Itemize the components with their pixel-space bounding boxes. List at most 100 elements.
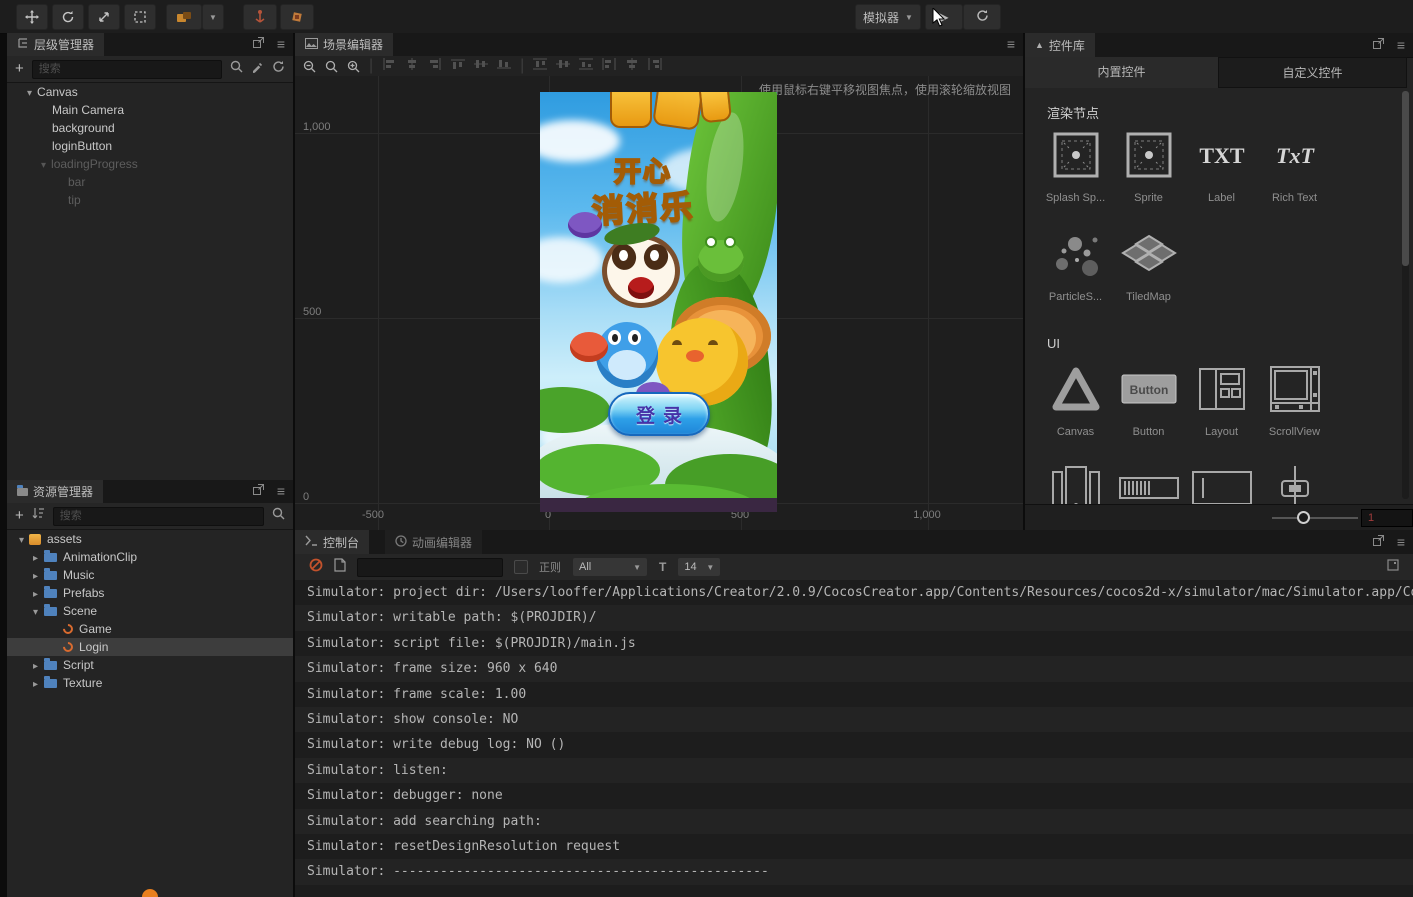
caret-down-icon[interactable] — [19, 532, 24, 546]
clear-console-icon[interactable] — [309, 558, 323, 577]
align-top-icon[interactable] — [451, 57, 466, 75]
library-scrollbar[interactable] — [1402, 91, 1409, 499]
open-log-file-icon[interactable] — [334, 557, 346, 577]
regex-checkbox[interactable] — [514, 560, 528, 574]
distribute-left-icon[interactable] — [602, 57, 616, 75]
library-item-tiledmap[interactable]: TiledMap — [1112, 228, 1185, 303]
library-item-layout[interactable]: Layout — [1185, 363, 1258, 438]
console-detach-icon[interactable] — [1387, 558, 1399, 576]
tree-node-bar[interactable]: bar — [7, 173, 293, 191]
console-filter-input[interactable] — [357, 557, 503, 577]
popup-panel-icon[interactable] — [1372, 37, 1385, 55]
sort-icon[interactable] — [32, 507, 45, 525]
library-item-scrollview[interactable]: ScrollView — [1258, 363, 1331, 438]
tree-node-prefabs[interactable]: Prefabs — [7, 584, 293, 602]
zoom-slider-track[interactable] — [1272, 517, 1358, 519]
library-item-splash-sprite[interactable]: Splash Sp... — [1039, 129, 1112, 204]
simulator-dropdown[interactable]: 模拟器 ▼ — [855, 4, 921, 30]
panel-menu-icon[interactable] — [1397, 37, 1405, 55]
distribute-top-icon[interactable] — [533, 57, 548, 75]
zoom-reset-icon[interactable] — [325, 60, 338, 73]
refresh-icon[interactable] — [272, 60, 285, 78]
tab-console[interactable]: 控制台 — [295, 530, 370, 554]
align-right-icon[interactable] — [428, 57, 442, 75]
distribute-center-icon[interactable] — [625, 57, 639, 75]
tab-assets[interactable]: 资源管理器 — [7, 480, 104, 503]
coordinate-toggle-button[interactable] — [243, 4, 277, 30]
tree-node-login-scene[interactable]: Login — [7, 638, 293, 656]
caret-right-icon[interactable] — [33, 586, 38, 600]
game-scene-preview[interactable]: 开心 消消乐 登录 — [540, 92, 777, 512]
tab-builtin-widgets[interactable]: 内置控件 — [1025, 57, 1218, 88]
move-tool-button[interactable] — [16, 4, 48, 30]
library-item-canvas[interactable]: Canvas — [1039, 363, 1112, 438]
library-item-particlesystem[interactable]: ParticleS... — [1039, 228, 1112, 303]
zoom-out-icon[interactable] — [303, 60, 316, 73]
panel-menu-icon[interactable] — [277, 36, 285, 54]
distribute-right-icon[interactable] — [648, 57, 662, 75]
library-item-sprite[interactable]: Sprite — [1112, 129, 1185, 204]
tab-animation-editor[interactable]: 动画编辑器 — [385, 530, 483, 554]
panel-menu-icon[interactable] — [1007, 36, 1015, 54]
tab-widget-library[interactable]: ▲ 控件库 — [1025, 33, 1095, 57]
login-button[interactable]: 登录 — [608, 392, 710, 436]
refresh-preview-button[interactable] — [963, 4, 1001, 30]
caret-down-icon[interactable] — [33, 604, 38, 618]
align-middle-v-icon[interactable] — [474, 57, 489, 75]
hierarchy-search-input[interactable] — [31, 59, 222, 79]
distribute-middle-icon[interactable] — [556, 57, 571, 75]
search-icon[interactable] — [230, 60, 243, 78]
pivot-dropdown-button[interactable]: ▼ — [202, 4, 224, 30]
tree-node-canvas[interactable]: Canvas — [7, 83, 293, 101]
font-size-dropdown[interactable]: 14 ▼ — [677, 557, 722, 577]
panel-menu-icon[interactable] — [277, 483, 285, 501]
caret-down-icon[interactable] — [41, 157, 46, 171]
align-left-icon[interactable] — [382, 57, 396, 75]
console-log-list[interactable]: Simulator: project dir: /Users/looffer/A… — [295, 580, 1413, 897]
tree-node-music[interactable]: Music — [7, 566, 293, 584]
tab-scene-editor[interactable]: 场景编辑器 — [295, 33, 394, 56]
search-icon[interactable] — [272, 507, 285, 525]
caret-down-icon[interactable] — [27, 85, 32, 99]
tree-node-tip[interactable]: tip — [7, 191, 293, 209]
tree-node-loginbutton[interactable]: loginButton — [7, 137, 293, 155]
log-level-dropdown[interactable]: All ▼ — [572, 557, 648, 577]
caret-right-icon[interactable] — [33, 676, 38, 690]
align-bottom-icon[interactable] — [497, 57, 512, 75]
tree-node-main-camera[interactable]: Main Camera — [7, 101, 293, 119]
scale-tool-button[interactable] — [88, 4, 120, 30]
library-item-label[interactable]: TXT Label — [1185, 129, 1258, 204]
assets-search-input[interactable] — [52, 506, 264, 526]
zoom-value-field[interactable]: 1 — [1361, 509, 1413, 527]
tree-node-game-scene[interactable]: Game — [7, 620, 293, 638]
popup-panel-icon[interactable] — [1372, 534, 1385, 552]
add-node-button[interactable] — [15, 60, 24, 78]
tree-node-animationclip[interactable]: AnimationClip — [7, 548, 293, 566]
align-center-h-icon[interactable] — [405, 57, 419, 75]
zoom-slider-knob[interactable] — [1297, 511, 1310, 524]
add-asset-button[interactable] — [15, 507, 24, 525]
panel-menu-icon[interactable] — [1397, 534, 1405, 552]
tree-node-loadingprogress[interactable]: loadingProgress — [7, 155, 293, 173]
distribute-bottom-icon[interactable] — [579, 57, 594, 75]
tree-node-background[interactable]: background — [7, 119, 293, 137]
popup-panel-icon[interactable] — [252, 36, 265, 54]
caret-right-icon[interactable] — [33, 658, 38, 672]
scrollbar-thumb[interactable] — [1402, 91, 1409, 266]
gizmo-toggle-button[interactable] — [280, 4, 314, 30]
zoom-in-icon[interactable] — [347, 60, 360, 73]
picker-icon[interactable] — [251, 60, 264, 78]
tab-hierarchy[interactable]: 层级管理器 — [7, 33, 105, 56]
pivot-toggle-button[interactable] — [166, 4, 202, 30]
popup-panel-icon[interactable] — [252, 483, 265, 501]
tree-node-assets-root[interactable]: assets — [7, 530, 293, 548]
rect-tool-button[interactable] — [124, 4, 156, 30]
rotate-tool-button[interactable] — [52, 4, 84, 30]
library-item-rich-text[interactable]: TxT Rich Text — [1258, 129, 1331, 204]
tree-node-texture[interactable]: Texture — [7, 674, 293, 692]
caret-right-icon[interactable] — [33, 568, 38, 582]
tree-node-scene-folder[interactable]: Scene — [7, 602, 293, 620]
tab-custom-widgets[interactable]: 自定义控件 — [1218, 57, 1407, 88]
tree-node-script[interactable]: Script — [7, 656, 293, 674]
scene-viewport[interactable]: 1,000 500 0 -500 0 500 1,000 使用鼠标右键平移视图焦… — [295, 76, 1023, 530]
